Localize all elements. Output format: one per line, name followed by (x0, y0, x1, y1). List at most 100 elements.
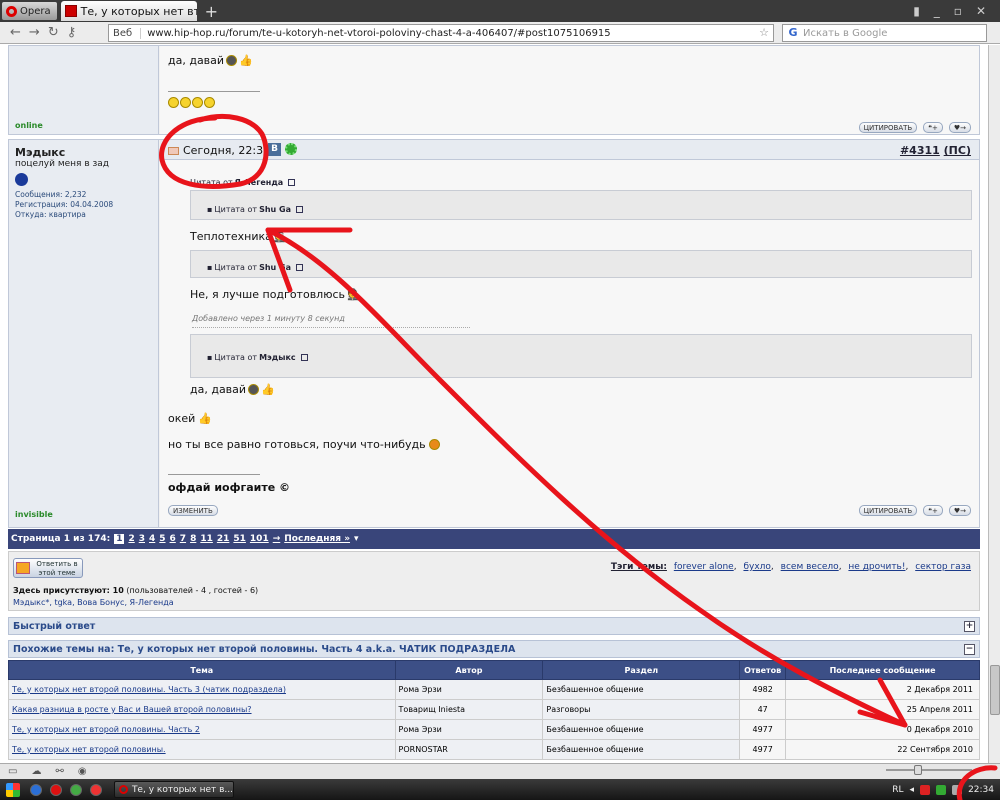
key-icon[interactable]: ⚷ (67, 25, 77, 40)
expand-icon[interactable]: + (964, 621, 975, 632)
media-icon[interactable] (90, 783, 102, 796)
post-number[interactable]: #4311 (ПС) (900, 144, 971, 157)
quote-box: ▪ Цитата от Мэдыкс (190, 334, 972, 378)
quote-author[interactable]: Shu Ga (259, 205, 291, 214)
pagination-menu-icon[interactable]: ▾ (354, 534, 359, 544)
opera-icon[interactable] (50, 783, 62, 796)
star-icon[interactable]: ☆ (759, 26, 769, 39)
google-icon: G (788, 26, 798, 39)
table-row: Какая разница в росте у Вас и Вашей втор… (8, 699, 980, 720)
reply-button[interactable]: Ответить в этой теме (13, 558, 83, 578)
thread-link[interactable]: Те, у которых нет второй половины. (8, 739, 396, 760)
page-link[interactable]: 21 (217, 534, 230, 544)
tray-arrow-icon[interactable]: ◂ (910, 785, 915, 795)
ie-icon[interactable] (30, 783, 42, 796)
view-post-icon[interactable] (288, 179, 296, 186)
opera-menu-label: Opera (20, 5, 51, 17)
page-link[interactable]: 101 (250, 534, 269, 544)
quote-text: да, давай 👍 (190, 383, 275, 396)
thread-link[interactable]: Те, у которых нет второй половины. Часть… (8, 719, 396, 740)
volume-tray-icon[interactable] (952, 784, 963, 795)
browser-tab[interactable]: Те, у которых нет втор... × (60, 1, 197, 21)
url-field[interactable]: Веб www.hip-hop.ru/forum/te-u-kotoryh-ne… (108, 24, 774, 42)
quote-button[interactable]: ЦИТИРОВАТЬ (858, 122, 918, 133)
page-link[interactable]: 51 (233, 534, 246, 544)
maximize-icon[interactable]: ▫ (954, 4, 962, 18)
opera-tray-icon[interactable] (920, 784, 931, 795)
quote-author[interactable]: Shu Ga (259, 263, 291, 272)
tag-link[interactable]: бухло (743, 562, 770, 572)
tag-link[interactable]: не дрочить! (848, 562, 905, 572)
thanks-button[interactable]: ♥→ (948, 505, 971, 516)
view-post-icon[interactable] (295, 264, 303, 271)
view-post-icon[interactable] (300, 354, 308, 361)
page-link[interactable]: 8 (190, 534, 196, 544)
signature-divider (168, 474, 260, 475)
opera-menu-button[interactable]: Opera (2, 2, 57, 20)
page-link[interactable]: 6 (170, 534, 176, 544)
page-link[interactable]: 2 (128, 534, 134, 544)
thumbs-up-icon: 👍 (239, 54, 253, 67)
post-header: Сегодня, 22:36 В #4311 (ПС) (160, 140, 979, 160)
quote-author[interactable]: Я-Легенда (235, 178, 284, 187)
unite-icon[interactable]: ⚯ (55, 766, 63, 777)
column-header[interactable]: Тема (8, 660, 396, 680)
tag-link[interactable]: всем весело (781, 562, 839, 572)
tag-link[interactable]: сектор газа (915, 562, 971, 572)
language-indicator[interactable]: RL (892, 785, 903, 795)
back-icon[interactable]: ← (10, 25, 21, 40)
post-number-link[interactable]: #4311 (900, 144, 940, 157)
messenger-icon[interactable] (70, 783, 82, 796)
thread-info: Ответить в этой теме Тэги темы: forever … (8, 551, 980, 611)
zoom-slider-thumb[interactable] (914, 765, 922, 775)
close-window-icon[interactable]: ✕ (976, 4, 986, 18)
scrollbar-thumb[interactable] (990, 665, 1000, 715)
vertical-scrollbar[interactable] (988, 45, 1000, 763)
page-link[interactable]: 3 (139, 534, 145, 544)
page-link[interactable]: 5 (159, 534, 165, 544)
column-header[interactable]: Ответов (739, 660, 787, 680)
quick-reply-header[interactable]: Быстрый ответ + (8, 617, 980, 635)
post-date-text: Сегодня, 22:36 (183, 144, 271, 157)
turbo-icon[interactable]: ◉ (78, 766, 87, 777)
column-header[interactable]: Последнее сообщение (785, 660, 980, 680)
vk-share-icon[interactable]: В (268, 143, 281, 156)
icq-tray-icon[interactable] (936, 784, 947, 795)
multiquote-button[interactable]: ❝+ (923, 122, 943, 133)
edit-button[interactable]: ИЗМЕНИТЬ (168, 505, 218, 516)
last-page-link[interactable]: Последняя » (284, 534, 350, 544)
quote-button[interactable]: ЦИТИРОВАТЬ (858, 505, 918, 516)
zoom-slider[interactable] (886, 765, 972, 775)
post-ps-link[interactable]: (ПС) (944, 144, 971, 157)
trash-icon[interactable]: ▮ (913, 4, 920, 18)
start-button[interactable] (0, 779, 26, 800)
new-tab-button[interactable]: + (205, 2, 218, 21)
page-link[interactable]: 4 (149, 534, 155, 544)
username[interactable]: Мэдыкс (15, 146, 65, 159)
column-header[interactable]: Автор (394, 660, 544, 680)
present-users-list[interactable]: Мэдыкс*, tgka, Вова Бонус, Я-Легенда (13, 598, 174, 607)
view-post-icon[interactable] (295, 206, 303, 213)
panel-toggle-icon[interactable]: ▭ (8, 766, 17, 777)
column-header[interactable]: Раздел (542, 660, 741, 680)
tag-link[interactable]: forever alone (674, 562, 734, 572)
page-link[interactable]: 11 (200, 534, 213, 544)
collapse-icon[interactable]: − (964, 644, 975, 655)
next-page-link[interactable]: → (273, 534, 281, 544)
minimize-icon[interactable]: _ (934, 4, 940, 18)
page-link[interactable]: 7 (180, 534, 186, 544)
clock[interactable]: 22:34 (968, 785, 994, 795)
search-input[interactable]: G Искать в Google (782, 24, 987, 42)
multiquote-button[interactable]: ❝+ (923, 505, 943, 516)
taskbar-opera-window[interactable]: Те, у которых нет в... (114, 781, 234, 798)
similar-threads-header[interactable]: Похожие темы на: Те, у которых нет второ… (8, 640, 980, 658)
quote-author[interactable]: Мэдыкс (259, 353, 296, 362)
thread-link[interactable]: Те, у которых нет второй половины. Часть… (8, 679, 396, 700)
quote-text-content: да, давай (190, 383, 247, 396)
forward-icon[interactable]: → (29, 25, 40, 40)
cloud-icon[interactable]: ☁ (31, 766, 41, 777)
thread-link[interactable]: Какая разница в росте у Вас и Вашей втор… (8, 699, 396, 720)
reload-icon[interactable]: ↻ (48, 25, 59, 40)
share-icon[interactable] (285, 143, 297, 155)
thanks-button[interactable]: ♥→ (948, 122, 971, 133)
